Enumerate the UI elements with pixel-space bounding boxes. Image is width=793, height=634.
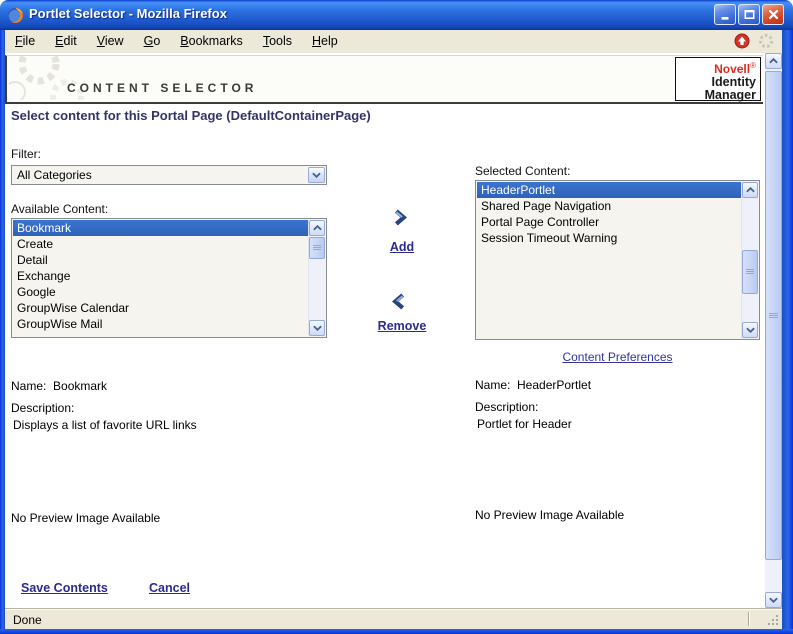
cancel-link[interactable]: Cancel [149,581,190,595]
save-contents-link[interactable]: Save Contents [21,581,108,595]
name-row: Name: Bookmark [11,379,108,393]
remove-chevron-icon[interactable] [391,293,408,310]
list-item[interactable]: Bookmark [13,220,308,236]
filter-label: Filter: [11,147,41,161]
window-title: Portlet Selector - Mozilla Firefox [29,6,227,21]
scroll-up-button[interactable] [765,53,782,69]
menu-go[interactable]: Go [134,30,171,53]
maximize-icon [743,9,754,20]
name-row: Name: HeaderPortlet [475,378,592,392]
list-item[interactable]: GroupWise Mail [13,316,308,332]
window-border-right [782,30,793,634]
add-button[interactable]: Add [357,240,447,254]
dropdown-button[interactable] [308,167,325,183]
name-value: Bookmark [53,379,108,393]
section-title: CONTENT SELECTOR [67,81,258,95]
description-label: Description: [11,401,75,415]
scroll-down-button[interactable] [309,320,325,336]
description-value: Portlet for Header [477,417,572,431]
filter-dropdown[interactable]: All Categories [11,165,327,185]
list-item[interactable]: Shared Page Navigation [477,198,741,214]
menu-view[interactable]: View [87,30,134,53]
menu-edit[interactable]: Edit [45,30,87,53]
scroll-up-button[interactable] [742,182,758,198]
window-border-bottom [0,629,793,634]
throbber-icon [758,33,774,49]
list-scrollbar[interactable] [308,220,325,336]
resize-grip[interactable] [767,614,780,627]
list-item[interactable]: Exchange [13,268,308,284]
available-content-label: Available Content: [11,202,109,216]
page-title: Select content for this Portal Page (Def… [11,108,371,123]
chevron-up-icon [745,187,755,193]
chevron-down-icon [312,325,322,331]
filter-value: All Categories [17,168,92,182]
description-label: Description: [475,400,539,414]
menu-help[interactable]: Help [302,30,348,53]
name-value: HeaderPortlet [517,378,592,392]
maximize-button[interactable] [738,4,760,25]
scroll-up-button[interactable] [309,220,325,236]
add-chevron-icon[interactable] [391,209,408,226]
status-separator [748,612,750,626]
list-item[interactable]: GroupWise Calendar [13,300,308,316]
content-selector-header: CONTENT SELECTOR Novell® Identity Manage… [5,55,763,104]
close-button[interactable] [762,4,784,25]
status-bar: Done [5,608,782,629]
list-item[interactable]: Detail [13,252,308,268]
chevron-down-icon [312,172,321,178]
scrollbar-thumb[interactable] [309,237,325,259]
chevron-down-icon [745,327,755,333]
description-value: Displays a list of favorite URL links [13,418,197,432]
menu-file[interactable]: File [5,30,45,53]
minimize-button[interactable] [714,4,736,25]
list-item[interactable]: Google [13,284,308,300]
firefox-window: Portlet Selector - Mozilla Firefox File … [0,0,793,634]
scroll-down-button[interactable] [742,322,758,338]
scroll-down-button[interactable] [765,592,782,608]
menu-bar: File Edit View Go Bookmarks Tools Help [5,30,782,54]
list-item[interactable]: Create [13,236,308,252]
chevron-down-icon [769,597,778,603]
no-preview-text: No Preview Image Available [11,511,161,525]
selected-content-label: Selected Content: [475,164,571,178]
no-preview-text: No Preview Image Available [475,508,625,522]
menu-bookmarks[interactable]: Bookmarks [170,30,253,53]
page-content: CONTENT SELECTOR Novell® Identity Manage… [5,53,765,608]
close-icon [768,9,778,20]
content-preferences-link[interactable]: Content Preferences [562,350,672,364]
scrollbar-thumb[interactable] [742,250,758,294]
content-preferences-container: Content Preferences [475,350,760,364]
list-item[interactable]: Session Timeout Warning [477,230,741,246]
list-item[interactable]: Portal Page Controller [477,214,741,230]
update-notification-icon[interactable] [734,33,750,49]
available-content-list: Bookmark Create Detail Exchange Google G… [11,218,327,338]
chevron-up-icon [312,225,322,231]
selected-content-list: HeaderPortlet Shared Page Navigation Por… [475,180,760,340]
list-scrollbar[interactable] [741,182,758,338]
status-text: Done [13,613,42,627]
novell-logo: Novell® Identity Manager [675,57,761,102]
remove-button[interactable]: Remove [357,319,447,333]
chevron-up-icon [769,58,778,64]
firefox-icon [7,7,24,24]
minimize-icon [721,17,728,20]
title-bar[interactable]: Portlet Selector - Mozilla Firefox [0,0,793,30]
menu-tools[interactable]: Tools [253,30,302,53]
list-item[interactable]: HeaderPortlet [477,182,741,198]
page-scrollbar[interactable] [765,53,782,608]
scrollbar-thumb[interactable] [765,71,782,560]
